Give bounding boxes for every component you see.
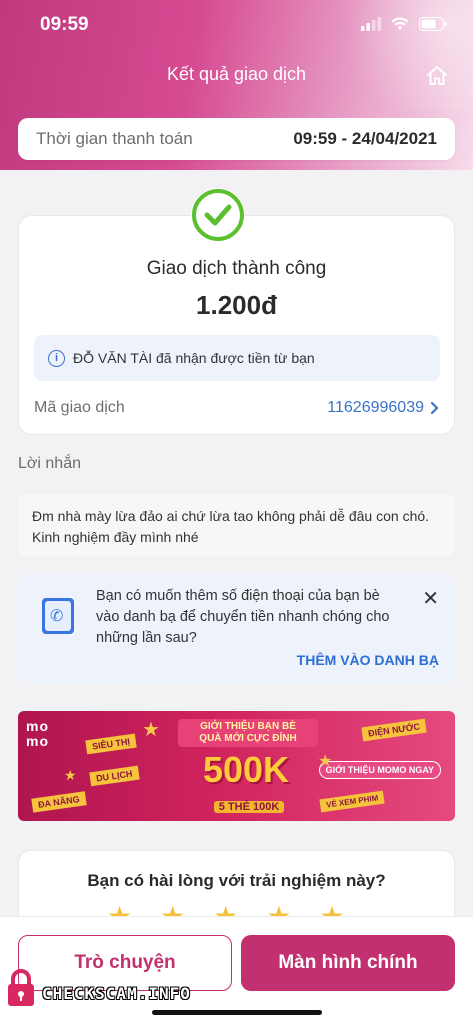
wifi-icon: [391, 17, 409, 30]
momo-logo: mo mo: [26, 718, 49, 749]
star-decoration-icon: ★: [318, 753, 333, 770]
battery-icon: [419, 17, 447, 31]
star-decoration-icon: ★: [64, 767, 77, 783]
add-contact-card: ✆ Bạn có muốn thêm số điện thoại của bạn…: [18, 574, 455, 684]
tag-sieu-thi: SIÊU THỊ: [85, 733, 137, 755]
payment-time-row: Thời gian thanh toán 09:59 - 24/04/2021: [18, 118, 455, 160]
recipient-info-text: ĐỖ VĂN TÀI đã nhận được tiền từ bạn: [73, 350, 315, 366]
tag-ve-xem-phim: VÉ XEM PHIM: [319, 790, 386, 813]
home-indicator: [152, 1010, 322, 1015]
transaction-id-label: Mã giao dịch: [34, 399, 125, 416]
lock-icon: [8, 969, 34, 1006]
signal-icon: [361, 17, 381, 31]
rating-question: Bạn có hài lòng với trải nghiệm này?: [87, 871, 386, 890]
watermark-text: DATA CENTER CHECKSCAM.INFO: [42, 973, 191, 1003]
promo-banner[interactable]: mo mo SIÊU THỊ DU LỊCH ĐA NĂNG ĐIỆN NƯỚC…: [18, 711, 455, 821]
transaction-amount: 1.200đ: [196, 290, 277, 320]
tag-da-nang: ĐA NĂNG: [31, 791, 87, 813]
transaction-id-row[interactable]: Mã giao dịch 11626996039: [34, 396, 440, 420]
promo-sub: 5 THẺ 100K: [214, 801, 284, 813]
success-check-icon: [191, 188, 245, 242]
transaction-id-value: 11626996039: [327, 399, 424, 416]
tag-du-lich: DU LỊCH: [89, 765, 140, 787]
tag-dien-nuoc: ĐIỆN NƯỚC: [361, 718, 427, 742]
phonebook-icon: ✆: [42, 598, 74, 634]
status-icons: [361, 17, 447, 31]
main-screen-button[interactable]: Màn hình chính: [241, 935, 455, 991]
promo-cta: GIỚI THIỆU MOMO NGAY: [318, 761, 441, 779]
status-time: 09:59: [40, 14, 89, 35]
recipient-info-box: i ĐỖ VĂN TÀI đã nhận được tiền từ bạn: [34, 335, 440, 381]
chevron-right-icon: [430, 401, 439, 415]
message-box: Đm nhà mày lừa đảo ai chứ lừa tao không …: [18, 494, 455, 556]
watermark: DATA CENTER CHECKSCAM.INFO: [6, 968, 191, 1008]
star-decoration-icon: ★: [142, 719, 160, 741]
promo-amount: 500K: [202, 749, 290, 790]
message-label: Lời nhắn: [18, 455, 81, 472]
payment-time-label: Thời gian thanh toán: [36, 129, 193, 148]
add-to-contacts-button[interactable]: THÊM VÀO DANH BẠ: [297, 652, 439, 668]
info-icon: i: [48, 349, 65, 367]
home-button[interactable]: [425, 64, 449, 88]
transaction-id-link[interactable]: 11626996039: [327, 399, 440, 417]
transaction-status: Giao dịch thành công: [146, 258, 327, 279]
page-title: Kết quả giao dịch: [166, 64, 307, 84]
payment-time-value: 09:59 - 24/04/2021: [293, 129, 437, 148]
status-bar: 09:59: [0, 0, 473, 52]
transaction-result-card: Giao dịch thành công 1.200đ i ĐỖ VĂN TÀI…: [18, 215, 455, 435]
message-text: Đm nhà mày lừa đảo ai chứ lừa tao không …: [32, 508, 430, 545]
promo-headline: GIỚI THIỆU BẠN BÈ QUÀ MỚI CỰC ĐỈNH: [178, 719, 318, 747]
home-icon: [427, 66, 447, 85]
add-contact-text: Bạn có muốn thêm số điện thoại của bạn b…: [96, 588, 390, 646]
close-icon[interactable]: ✕: [422, 586, 439, 611]
